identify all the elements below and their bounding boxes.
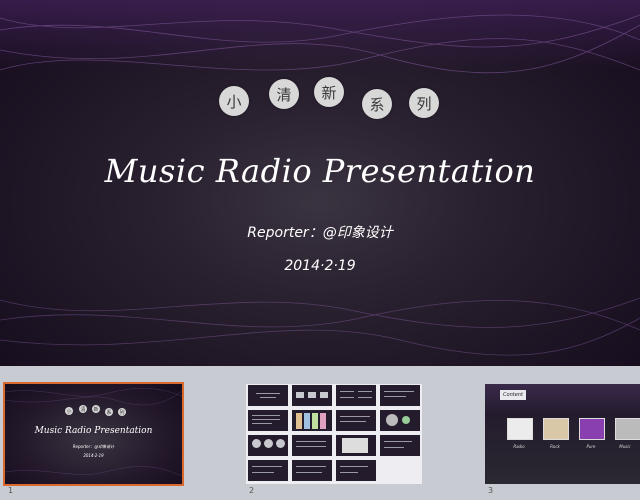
- mini-slide: [292, 410, 332, 431]
- category-tile: [615, 418, 640, 440]
- reporter-line: Reporter：@印象设计: [247, 225, 393, 241]
- thumbnail-char-bubble: 列: [118, 408, 126, 416]
- thumbnail-number: 1: [8, 486, 14, 495]
- tile-label: Rock: [550, 444, 560, 449]
- slide-date: 2014·2·19: [284, 258, 356, 274]
- slide-thumbnail-strip: 小 清 新 系 列 Music Radio Presentation Repor…: [0, 366, 640, 500]
- series-char-bubble: 列: [409, 88, 439, 118]
- slide-thumbnail-3[interactable]: Content Radio Rock Pure Music: [485, 384, 640, 484]
- slide-thumbnail-2[interactable]: [246, 384, 422, 484]
- mini-slide: [380, 385, 420, 406]
- mini-slide: [292, 385, 332, 406]
- slide-thumbnail-1[interactable]: 小 清 新 系 列 Music Radio Presentation Repor…: [3, 382, 184, 486]
- tile-label: Music: [619, 444, 631, 449]
- tile-label: Radio: [513, 444, 525, 449]
- mini-slide: [336, 460, 376, 481]
- mini-slide: [248, 385, 288, 406]
- series-char-bubble: 系: [362, 89, 392, 119]
- thumbnail-char-bubble: 小: [65, 407, 73, 415]
- content-badge: Content: [500, 390, 526, 400]
- main-slide[interactable]: 小 清 新 系 列 Music Radio Presentation Repor…: [0, 0, 640, 366]
- mini-slide: [336, 410, 376, 431]
- category-tile: [507, 418, 533, 440]
- thumbnail-title: Music Radio Presentation: [34, 426, 153, 436]
- thumbnail-reporter: Reporter：@印象设计: [72, 444, 115, 449]
- series-char-bubble: 小: [219, 86, 249, 116]
- series-char-bubble: 清: [269, 79, 299, 109]
- thumbnail-char-bubble: 系: [105, 408, 113, 416]
- mini-slide: [248, 460, 288, 481]
- tile-label: Pure: [586, 444, 596, 449]
- mini-slide: [292, 435, 332, 456]
- thumbnail-number: 2: [249, 486, 255, 495]
- mini-slide: [248, 435, 288, 456]
- thumbnail-char-bubble: 清: [79, 405, 87, 413]
- thumbnail-number: 3: [488, 486, 494, 495]
- category-tile: [543, 418, 569, 440]
- mini-slide: [336, 435, 376, 456]
- mini-slide: [248, 410, 288, 431]
- mini-slide: [336, 385, 376, 406]
- series-char-bubble: 新: [314, 77, 344, 107]
- mini-slide: [292, 460, 332, 481]
- mini-slide: [380, 435, 420, 456]
- thumbnail-date: 2014·2·19: [83, 453, 104, 458]
- category-tile: [579, 418, 605, 440]
- slide-title: Music Radio Presentation: [104, 152, 536, 190]
- thumbnail-char-bubble: 新: [92, 405, 100, 413]
- mini-slide: [380, 410, 420, 431]
